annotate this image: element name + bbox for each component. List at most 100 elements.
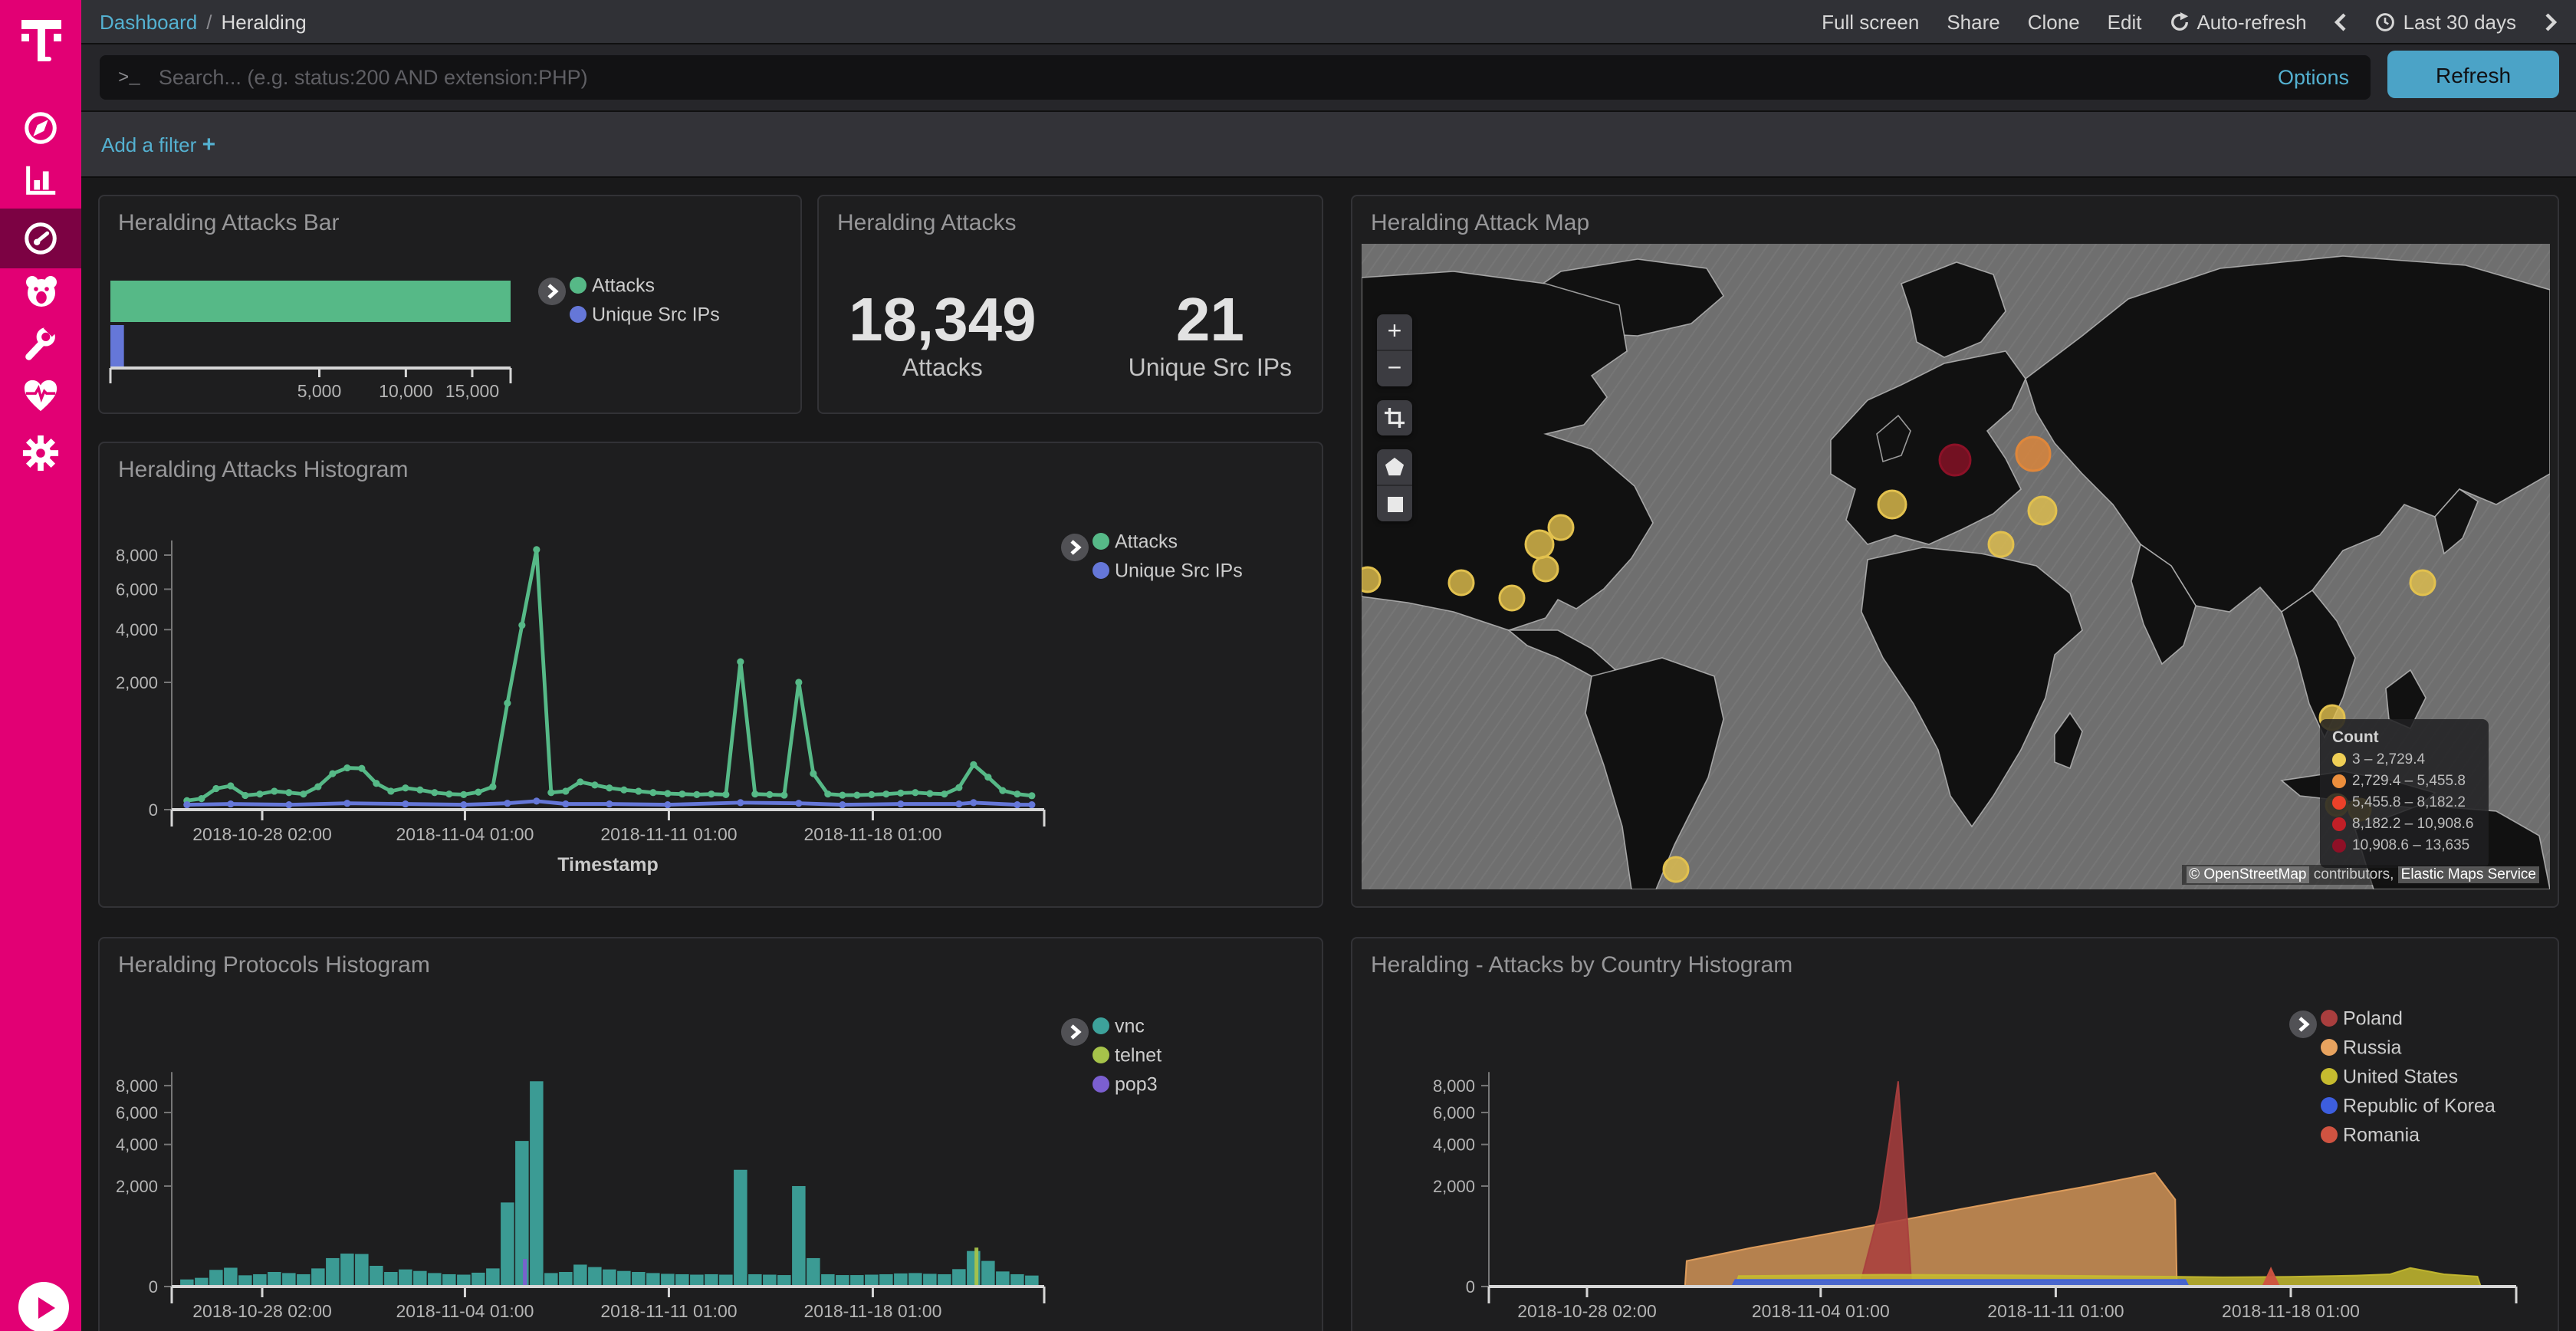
legend-label[interactable]: Russia — [2343, 1037, 2402, 1058]
metric-value: 18,349 — [849, 288, 1037, 353]
legend-swatch — [570, 277, 586, 294]
sidebar-item-visualize[interactable] — [0, 150, 81, 209]
edit-button[interactable]: Edit — [2108, 10, 2142, 33]
map-attribution: © OpenStreetMap contributors, Elastic Ma… — [2181, 865, 2544, 885]
map-point-US-mid-atlantic — [1533, 557, 1558, 581]
legend-label[interactable]: Republic of Korea — [2343, 1095, 2496, 1116]
time-back-button[interactable] — [2334, 12, 2348, 31]
legend-label[interactable]: Unique Src IPs — [1115, 560, 1243, 581]
pentagon-icon — [1385, 457, 1405, 477]
kibana-dashboard-app: Dashboard / Heralding Full screen Share … — [0, 0, 2576, 1331]
map-draw-polygon-button[interactable] — [1377, 449, 1412, 485]
clone-button[interactable]: Clone — [2028, 10, 2080, 33]
svg-text:2,000: 2,000 — [116, 1177, 158, 1196]
play-arrow-icon — [38, 1296, 55, 1318]
legend-label[interactable]: Unique Src IPs — [592, 304, 720, 325]
map-legend-range: 3 – 2,729.4 — [2352, 751, 2425, 768]
legend-label[interactable]: vnc — [1115, 1015, 1145, 1037]
legend-label[interactable]: Attacks — [592, 274, 655, 296]
legend-label[interactable]: pop3 — [1115, 1073, 1158, 1095]
world-map[interactable]: + − — [1362, 244, 2550, 889]
search-box: >_ Options — [100, 55, 2371, 100]
sidebar-expand-button[interactable] — [18, 1282, 69, 1331]
auto-refresh-button[interactable]: Auto-refresh — [2169, 10, 2306, 33]
add-filter-link[interactable]: Add a filter + — [101, 131, 215, 157]
legend-label[interactable]: United States — [2343, 1066, 2458, 1087]
map-zoom-in-button[interactable]: + — [1377, 314, 1412, 350]
panel-attacks-bar: Heralding Attacks Bar 5,00010,00015,000A… — [98, 195, 802, 414]
map-zoom-out-button[interactable]: − — [1377, 350, 1412, 386]
svg-text:2018-11-04 01:00: 2018-11-04 01:00 — [396, 824, 534, 844]
svg-text:2,000: 2,000 — [1433, 1177, 1475, 1196]
legend-swatch — [570, 306, 586, 323]
refresh-cycle-icon — [2169, 12, 2189, 31]
map-legend-range: 5,455.8 – 8,182.2 — [2352, 794, 2466, 811]
map-legend-swatch — [2332, 817, 2346, 831]
query-bar: >_ Options Refresh — [81, 44, 2576, 112]
svg-text:Timestamp: Timestamp — [557, 854, 659, 876]
metric-label: Attacks — [849, 356, 1037, 383]
sidebar-item-devtools[interactable] — [0, 314, 81, 373]
map-legend-swatch — [2332, 753, 2346, 767]
search-input[interactable] — [156, 64, 2278, 90]
osm-attribution-link[interactable]: © OpenStreetMap — [2186, 866, 2309, 883]
svg-text:2,000: 2,000 — [116, 673, 158, 692]
legend-toggle-icon[interactable] — [2289, 1011, 2317, 1038]
svg-text:6,000: 6,000 — [116, 580, 158, 599]
svg-text:2018-11-11 01:00: 2018-11-11 01:00 — [1987, 1301, 2124, 1321]
timelion-icon — [21, 271, 61, 311]
legend-swatch — [1092, 562, 1109, 579]
svg-text:4,000: 4,000 — [1433, 1135, 1475, 1155]
map-legend-item: 5,455.8 – 8,182.2 — [2332, 794, 2476, 811]
refresh-button[interactable]: Refresh — [2387, 51, 2559, 98]
legend-toggle-icon[interactable] — [1061, 534, 1089, 561]
attacks-histogram-chart: 02,0004,0006,0008,0002018-10-28 02:00201… — [100, 443, 1323, 908]
svg-text:6,000: 6,000 — [116, 1103, 158, 1122]
svg-text:2018-11-18 01:00: 2018-11-18 01:00 — [803, 824, 941, 844]
time-forward-button[interactable] — [2544, 12, 2558, 31]
svg-text:2018-11-18 01:00: 2018-11-18 01:00 — [2222, 1301, 2360, 1321]
panel-attacks-metric: Heralding Attacks 18,349 Attacks 21 Uniq… — [817, 195, 1323, 414]
legend-swatch — [2321, 1097, 2338, 1114]
svg-text:8,000: 8,000 — [1433, 1076, 1475, 1096]
svg-text:2018-11-11 01:00: 2018-11-11 01:00 — [600, 824, 737, 844]
metric-attacks: 18,349 Attacks — [849, 288, 1037, 383]
legend-toggle-icon[interactable] — [538, 278, 566, 305]
time-range-button[interactable]: Last 30 days — [2376, 10, 2516, 33]
series-Russia — [1685, 1173, 2177, 1287]
map-draw-rectangle-button[interactable] — [1377, 485, 1412, 521]
map-point-US-west — [1362, 567, 1380, 592]
legend-swatch — [1092, 1076, 1109, 1093]
sidebar-item-dashboard[interactable] — [0, 209, 81, 268]
svg-text:0: 0 — [149, 800, 158, 820]
sidebar-item-management[interactable] — [0, 423, 81, 481]
map-point-US-central — [1449, 570, 1474, 595]
share-button[interactable]: Share — [1947, 10, 1999, 33]
legend-toggle-icon[interactable] — [1061, 1018, 1089, 1046]
map-fit-data-button[interactable] — [1377, 400, 1412, 435]
svg-text:5,000: 5,000 — [297, 381, 342, 401]
heartbeat-icon — [21, 377, 60, 414]
svg-text:2018-10-28 02:00: 2018-10-28 02:00 — [192, 824, 332, 844]
map-legend-range: 10,908.6 – 13,635 — [2352, 837, 2469, 854]
legend-label[interactable]: Attacks — [1115, 531, 1178, 552]
fullscreen-button[interactable]: Full screen — [1822, 10, 1919, 33]
legend-label[interactable]: telnet — [1115, 1044, 1162, 1066]
query-prompt-icon: >_ — [118, 67, 140, 88]
ems-attribution-link[interactable]: Elastic Maps Service — [2398, 866, 2539, 883]
series-Unique Src IPs — [183, 797, 1035, 808]
sidebar-item-monitoring[interactable] — [0, 366, 81, 425]
panel-title: Heralding Attacks — [819, 196, 1322, 236]
legend-label[interactable]: Romania — [2343, 1124, 2420, 1145]
breadcrumb-dashboard-link[interactable]: Dashboard — [100, 10, 197, 33]
map-legend-item: 10,908.6 – 13,635 — [2332, 837, 2476, 854]
svg-text:0: 0 — [1466, 1277, 1475, 1296]
legend-label[interactable]: Poland — [2343, 1007, 2403, 1029]
svg-text:2018-11-04 01:00: 2018-11-04 01:00 — [396, 1301, 534, 1321]
svg-text:4,000: 4,000 — [116, 1135, 158, 1155]
map-point-US-northeast — [1549, 515, 1573, 540]
map-legend-swatch — [2332, 796, 2346, 810]
options-link[interactable]: Options — [2278, 66, 2349, 89]
sidebar-item-discover[interactable] — [0, 98, 81, 156]
sidebar-item-timelion[interactable] — [0, 262, 81, 320]
